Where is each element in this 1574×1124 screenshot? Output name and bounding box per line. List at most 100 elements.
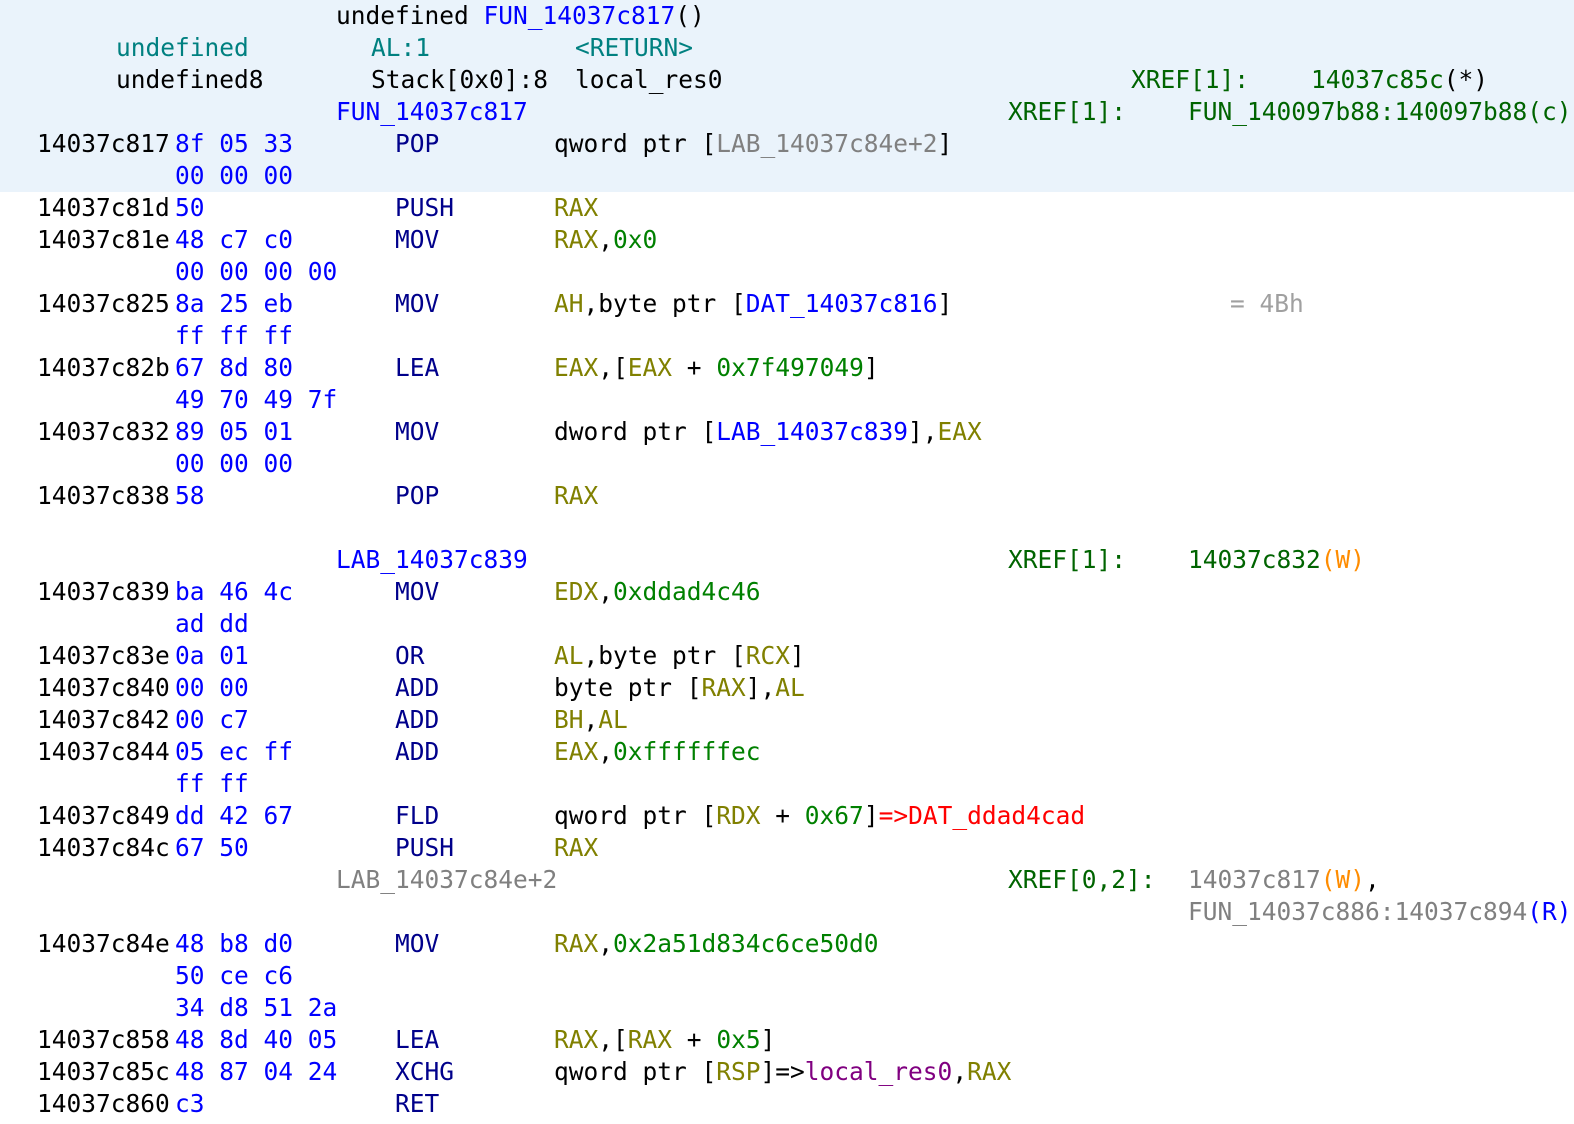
instruction-address[interactable]: 14037c860 [37, 1088, 170, 1120]
instruction-address[interactable]: 14037c849 [37, 800, 170, 832]
instruction-address[interactable]: 14037c85c [37, 1056, 170, 1088]
instruction-operands[interactable]: BH,AL [554, 704, 628, 736]
instruction-address[interactable]: 14037c832 [37, 416, 170, 448]
function-signature[interactable]: undefined FUN_14037c817() [0, 0, 1574, 32]
instruction-address[interactable]: 14037c81d [37, 192, 170, 224]
xref-address[interactable]: FUN_140097b88:140097b88 [1188, 97, 1527, 126]
instruction-row[interactable]: 14037c82b 67 8d 80 LEA EAX,[EAX + 0x7f49704… [0, 352, 1574, 384]
instruction-mnemonic[interactable]: FLD [395, 800, 439, 832]
instruction-bytes-continuation[interactable]: ad dd [0, 608, 1574, 640]
instruction-operands[interactable]: RAX,0x2a51d834c6ce50d0 [554, 928, 879, 960]
instruction-row[interactable]: 14037c839 ba 46 4c MOV EDX,0xddad4c46 [0, 576, 1574, 608]
instruction-mnemonic[interactable]: OR [395, 640, 425, 672]
instruction-mnemonic[interactable]: MOV [395, 288, 439, 320]
function-name[interactable]: FUN_14037c817 [484, 1, 676, 30]
instruction-row[interactable]: 14037c81e 48 c7 c0 MOV RAX,0x0 [0, 224, 1574, 256]
instruction-row[interactable]: 14037c825 8a 25 eb MOV AH,byte ptr [DAT_140… [0, 288, 1574, 320]
instruction-address[interactable]: 14037c83e [37, 640, 170, 672]
code-label[interactable]: FUN_14037c817 [336, 96, 528, 128]
instruction-bytes-continuation[interactable]: 34 d8 51 2a [0, 992, 1574, 1024]
xref-target[interactable]: 14037c817(W), [1188, 864, 1380, 896]
instruction-row[interactable]: 14037c84c 67 50 PUSH RAX [0, 832, 1574, 864]
instruction-bytes-continuation[interactable]: ff ff ff [0, 320, 1574, 352]
instruction-mnemonic[interactable]: PUSH [395, 192, 454, 224]
instruction-bytes-continuation[interactable]: 00 00 00 [0, 448, 1574, 480]
instruction-operands[interactable]: AH,byte ptr [DAT_14037c816] [554, 288, 952, 320]
operand-2[interactable]: DAT_14037c816 [746, 289, 938, 318]
xref-target[interactable]: FUN_140097b88:140097b88(c) [1188, 96, 1572, 128]
instruction-address[interactable]: 14037c842 [37, 704, 170, 736]
instruction-mnemonic[interactable]: MOV [395, 576, 439, 608]
instruction-mnemonic[interactable]: MOV [395, 416, 439, 448]
instruction-operands[interactable]: EAX,[EAX + 0x7f497049] [554, 352, 879, 384]
instruction-row[interactable]: 14037c81d 50 PUSH RAX [0, 192, 1574, 224]
instruction-bytes-continuation[interactable]: ff ff [0, 768, 1574, 800]
operand-1[interactable]: LAB_14037c84e+2 [716, 129, 937, 158]
variable-name[interactable]: <RETURN> [575, 32, 693, 64]
instruction-mnemonic[interactable]: ADD [395, 672, 439, 704]
instruction-operands[interactable]: byte ptr [RAX],AL [554, 672, 805, 704]
xref-address[interactable]: 14037c832 [1188, 545, 1321, 574]
instruction-mnemonic[interactable]: ADD [395, 704, 439, 736]
xref-target[interactable]: FUN_14037c886:14037c894(R) [1188, 896, 1572, 928]
instruction-mnemonic[interactable]: MOV [395, 928, 439, 960]
label-row[interactable]: LAB_14037c839 XREF[1]: 14037c832(W) [0, 544, 1574, 576]
instruction-mnemonic[interactable]: RET [395, 1088, 439, 1120]
instruction-mnemonic[interactable]: MOV [395, 224, 439, 256]
instruction-operands[interactable]: EAX,0xffffffec [554, 736, 761, 768]
operand-1[interactable]: LAB_14037c839 [716, 417, 908, 446]
instruction-row[interactable]: 14037c832 89 05 01 MOV dword ptr [LAB_14037… [0, 416, 1574, 448]
code-label[interactable]: LAB_14037c839 [336, 544, 528, 576]
instruction-row[interactable]: 14037c83e 0a 01 OR AL,byte ptr [RCX] [0, 640, 1574, 672]
instruction-address[interactable]: 14037c82b [37, 352, 170, 384]
instruction-bytes-continuation[interactable]: 00 00 00 00 [0, 256, 1574, 288]
instruction-row[interactable]: 14037c85c 48 87 04 24 XCHG qword ptr [RSP]=… [0, 1056, 1574, 1088]
instruction-row[interactable]: 14037c840 00 00 ADD byte ptr [RAX],AL [0, 672, 1574, 704]
instruction-mnemonic[interactable]: POP [395, 128, 439, 160]
instruction-address[interactable]: 14037c84c [37, 832, 170, 864]
instruction-address[interactable]: 14037c84e [37, 928, 170, 960]
xref-address[interactable]: 14037c85c [1311, 65, 1444, 94]
xref-target[interactable]: 14037c85c(*) [1311, 64, 1488, 96]
label-row[interactable]: FUN_14037c817 XREF[1]: FUN_140097b88:14009… [0, 96, 1574, 128]
instruction-operands[interactable]: qword ptr [RDX + 0x67]=>DAT_ddad4cad [554, 800, 1085, 832]
instruction-row[interactable]: 14037c860 c3 RET [0, 1088, 1574, 1120]
instruction-address[interactable]: 14037c817 [37, 128, 170, 160]
instruction-operands[interactable]: RAX [554, 192, 598, 224]
instruction-operands[interactable]: RAX [554, 480, 598, 512]
operand-5[interactable]: =>DAT_ddad4cad [879, 801, 1086, 830]
instruction-row[interactable]: 14037c84e 48 b8 d0 MOV RAX,0x2a51d834c6ce50… [0, 928, 1574, 960]
xref-target[interactable]: 14037c832(W) [1188, 544, 1365, 576]
instruction-row[interactable]: 14037c817 8f 05 33 POP qword ptr [LAB_14037… [0, 128, 1574, 160]
variable-name[interactable]: local_res0 [575, 64, 723, 96]
instruction-bytes-continuation[interactable]: 49 70 49 7f [0, 384, 1574, 416]
instruction-row[interactable]: 14037c838 58 POP RAX [0, 480, 1574, 512]
xref-continuation[interactable]: FUN_14037c886:14037c894(R) [0, 896, 1574, 928]
instruction-address[interactable]: 14037c825 [37, 288, 170, 320]
instruction-address[interactable]: 14037c844 [37, 736, 170, 768]
instruction-address[interactable]: 14037c839 [37, 576, 170, 608]
instruction-address[interactable]: 14037c858 [37, 1024, 170, 1056]
label-row[interactable]: LAB_14037c84e+2 XREF[0,2]: 14037c817(W), [0, 864, 1574, 896]
instruction-operands[interactable]: AL,byte ptr [RCX] [554, 640, 805, 672]
instruction-mnemonic[interactable]: ADD [395, 736, 439, 768]
instruction-mnemonic[interactable]: PUSH [395, 832, 454, 864]
instruction-bytes-continuation[interactable]: 00 00 00 [0, 160, 1574, 192]
instruction-operands[interactable]: EDX,0xddad4c46 [554, 576, 761, 608]
instruction-operands[interactable]: qword ptr [LAB_14037c84e+2] [554, 128, 952, 160]
instruction-row[interactable]: 14037c842 00 c7 ADD BH,AL [0, 704, 1574, 736]
instruction-operands[interactable]: RAX,[RAX + 0x5] [554, 1024, 775, 1056]
instruction-mnemonic[interactable]: LEA [395, 352, 439, 384]
disassembly-listing[interactable]: undefined FUN_14037c817() undefined AL:1 <R… [0, 0, 1574, 1124]
xref-address[interactable]: FUN_14037c886:14037c894 [1188, 897, 1527, 926]
instruction-address[interactable]: 14037c81e [37, 224, 170, 256]
instruction-row[interactable]: 14037c858 48 8d 40 05 LEA RAX,[RAX + 0x5] [0, 1024, 1574, 1056]
instruction-operands[interactable]: qword ptr [RSP]=>local_res0,RAX [554, 1056, 1011, 1088]
variable-row[interactable]: undefined AL:1 <RETURN> [0, 32, 1574, 64]
instruction-address[interactable]: 14037c840 [37, 672, 170, 704]
xref-address[interactable]: 14037c817 [1188, 865, 1321, 894]
instruction-operands[interactable]: dword ptr [LAB_14037c839],EAX [554, 416, 982, 448]
instruction-mnemonic[interactable]: LEA [395, 1024, 439, 1056]
instruction-address[interactable]: 14037c838 [37, 480, 170, 512]
instruction-operands[interactable]: RAX [554, 832, 598, 864]
